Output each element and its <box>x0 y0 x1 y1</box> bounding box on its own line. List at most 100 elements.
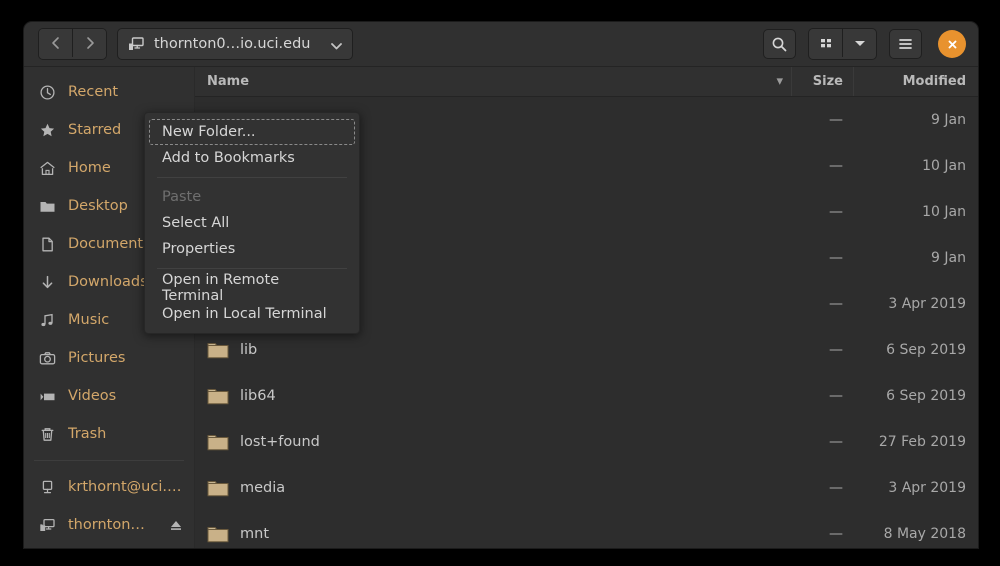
file-size-cell: — <box>829 204 843 220</box>
menu-item-open-in-local-terminal[interactable]: Open in Local Terminal <box>149 301 355 327</box>
menu-item-new-folder[interactable]: New Folder... <box>149 119 355 145</box>
column-header-modified[interactable]: Modified <box>853 67 978 96</box>
camera-icon <box>38 349 56 367</box>
sidebar-item-pictures[interactable]: Pictures <box>24 339 194 377</box>
file-modified-cell: 6 Sep 2019 <box>886 342 966 358</box>
column-header-size-label: Size <box>812 74 843 89</box>
file-size-cell: — <box>829 526 843 542</box>
file-size-cell: — <box>829 342 843 358</box>
view-mode-segment <box>808 28 877 60</box>
folder-icon <box>38 197 56 215</box>
sidebar-item-label: Trash <box>68 426 107 442</box>
file-name-label: media <box>240 480 286 496</box>
star-icon <box>38 121 56 139</box>
file-size-cell: — <box>829 296 843 312</box>
file-size-cell: — <box>829 388 843 404</box>
file-modified-cell: 3 Apr 2019 <box>888 296 966 312</box>
search-icon <box>772 37 787 51</box>
chevron-down-icon <box>331 35 343 54</box>
file-modified-cell: 8 May 2018 <box>883 526 966 542</box>
file-size-cell: — <box>829 480 843 496</box>
grid-icon <box>820 39 831 48</box>
sidebar-item-remote-mount[interactable]: thornton… <box>24 506 194 544</box>
search-button[interactable] <box>763 29 796 59</box>
menu-item-select-all[interactable]: Select All <box>149 210 355 236</box>
home-icon <box>38 159 56 177</box>
file-modified-cell: 9 Jan <box>931 250 966 266</box>
file-name-label: lib64 <box>240 388 276 404</box>
sort-descending-icon: ▾ <box>776 74 783 89</box>
column-header-size[interactable]: Size <box>791 67 853 96</box>
trash-icon <box>38 425 56 443</box>
music-icon <box>38 311 56 329</box>
document-icon <box>38 235 56 253</box>
file-name-label: lost+found <box>240 434 320 450</box>
folder-icon <box>207 343 229 359</box>
menu-separator <box>157 177 347 178</box>
file-name-cell: lost+found <box>195 433 791 451</box>
table-row[interactable]: mnt — 8 May 2018 <box>195 511 978 548</box>
column-header-name-label: Name <box>207 74 250 89</box>
desktop-root: thornton0…io.uci.edu Recent Starred Home… <box>0 0 1000 566</box>
sidebar-item-label: Recent <box>68 84 119 100</box>
column-header-modified-label: Modified <box>902 74 966 89</box>
column-header-name[interactable]: Name ▾ <box>195 67 791 96</box>
eject-icon[interactable] <box>168 517 184 533</box>
file-manager-window: thornton0…io.uci.edu Recent Starred Home… <box>24 22 978 548</box>
navigation-button-group <box>38 28 107 60</box>
close-button[interactable] <box>938 30 966 58</box>
close-icon <box>948 40 956 48</box>
menu-item-properties[interactable]: Properties <box>149 236 355 262</box>
file-name-cell: lib64 <box>195 387 791 405</box>
file-modified-cell: 27 Feb 2019 <box>878 434 966 450</box>
video-icon <box>38 387 56 405</box>
sidebar-item-label: Videos <box>68 388 117 404</box>
sidebar-item-recent[interactable]: Recent <box>24 73 194 111</box>
file-name-cell: media <box>195 479 791 497</box>
sidebar-divider <box>34 460 184 461</box>
file-modified-cell: 10 Jan <box>922 158 966 174</box>
path-bar-label: thornton0…io.uci.edu <box>154 36 311 52</box>
computer-icon <box>38 478 56 496</box>
menu-item-add-to-bookmarks[interactable]: Add to Bookmarks <box>149 145 355 171</box>
hamburger-menu-icon <box>899 39 912 49</box>
folder-icon <box>207 527 229 543</box>
menu-item-open-in-remote-terminal[interactable]: Open in Remote Terminal <box>149 272 355 304</box>
clock-icon <box>38 83 56 101</box>
file-size-cell: — <box>829 250 843 266</box>
remote-folder-icon <box>38 516 56 534</box>
file-name-label: mnt <box>240 526 269 542</box>
file-size-cell: — <box>829 112 843 128</box>
menu-item-paste: Paste <box>162 189 202 205</box>
file-name-label: lib <box>240 342 258 358</box>
view-options-button[interactable] <box>842 29 876 57</box>
file-size-cell: — <box>829 434 843 450</box>
grid-view-button[interactable] <box>809 29 842 57</box>
table-row[interactable]: lib64 — 6 Sep 2019 <box>195 373 978 419</box>
file-modified-cell: 3 Apr 2019 <box>888 480 966 496</box>
menu-separator <box>157 268 347 269</box>
remote-folder-icon <box>129 36 144 50</box>
chevron-down-icon <box>854 41 865 46</box>
file-modified-cell: 6 Sep 2019 <box>886 388 966 404</box>
download-icon <box>38 273 56 291</box>
forward-button[interactable] <box>72 29 106 57</box>
column-headers: Name ▾ Size Modified <box>195 67 978 97</box>
table-row[interactable]: lost+found — 27 Feb 2019 <box>195 419 978 465</box>
sidebar-item-label: thornton… <box>68 517 145 533</box>
sidebar-item-videos[interactable]: Videos <box>24 377 194 415</box>
sidebar-item-label: Pictures <box>68 350 126 366</box>
path-bar[interactable]: thornton0…io.uci.edu <box>117 28 354 60</box>
file-modified-cell: 9 Jan <box>931 112 966 128</box>
sidebar-item-trash[interactable]: Trash <box>24 415 194 453</box>
folder-icon <box>207 481 229 497</box>
chevron-left-icon <box>51 37 59 49</box>
folder-icon <box>207 389 229 405</box>
main-menu-button[interactable] <box>889 29 922 59</box>
back-button[interactable] <box>39 29 72 57</box>
context-menu: New Folder... Add to Bookmarks Paste Select… <box>144 112 360 334</box>
folder-icon <box>207 435 229 451</box>
sidebar-item-network-account[interactable]: krthornt@uci.… <box>24 468 194 506</box>
file-modified-cell: 10 Jan <box>922 204 966 220</box>
table-row[interactable]: media — 3 Apr 2019 <box>195 465 978 511</box>
